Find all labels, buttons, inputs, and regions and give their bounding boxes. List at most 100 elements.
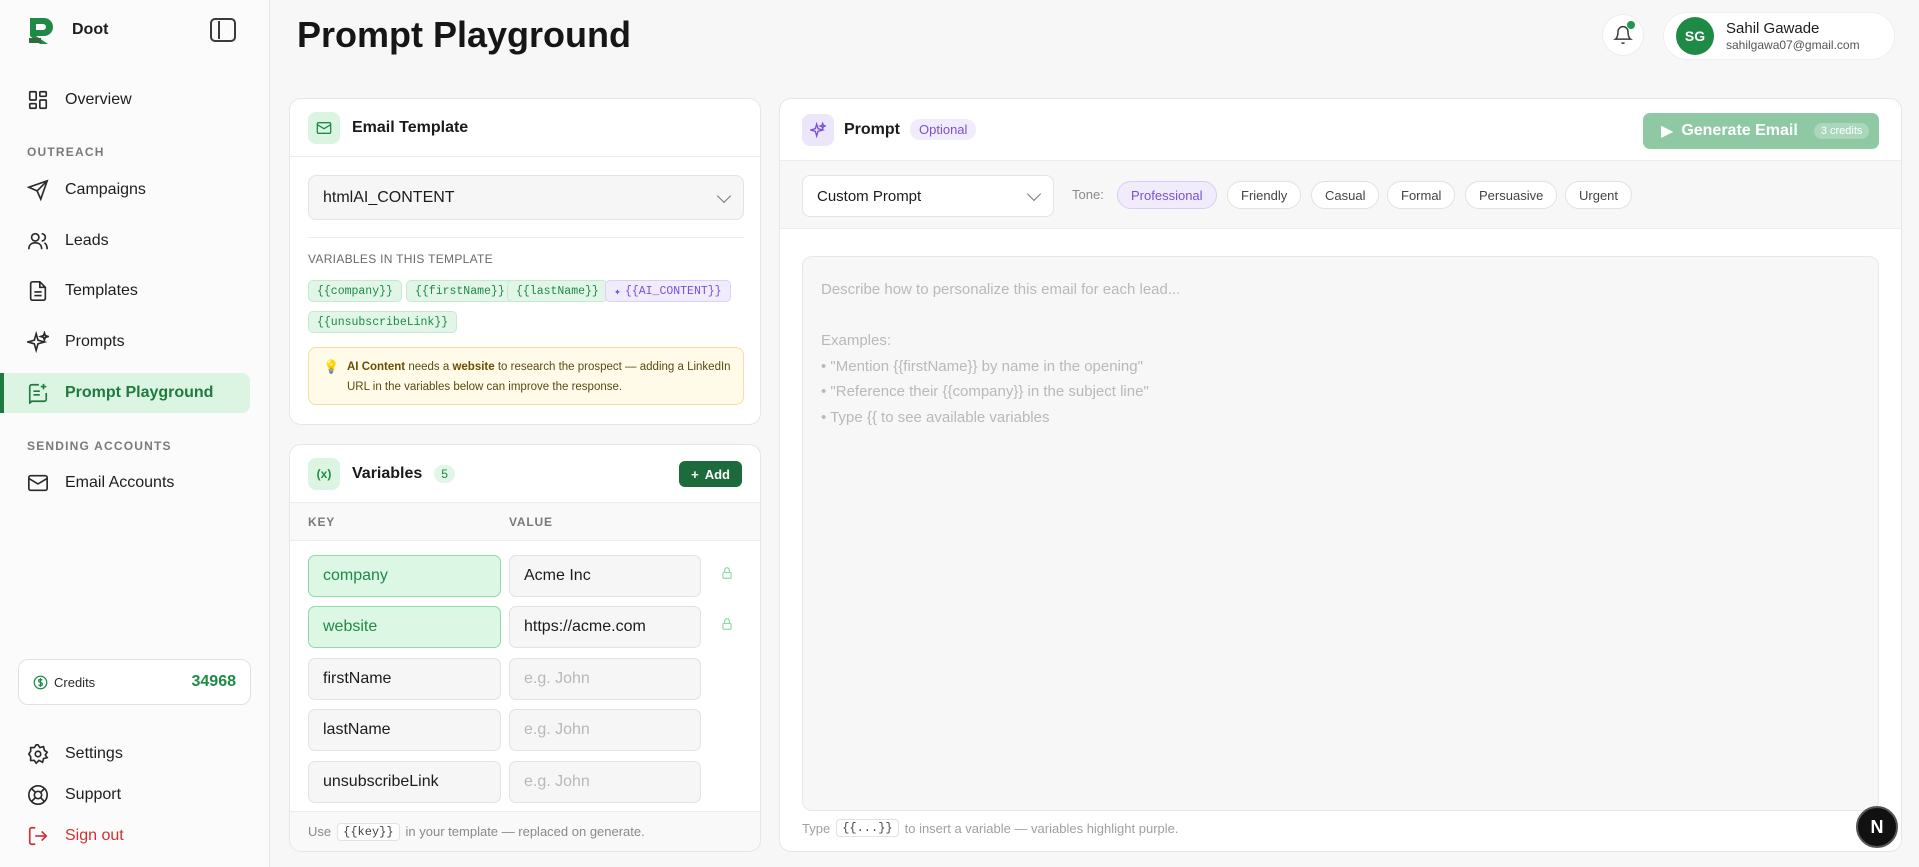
sidebar-toggle-icon[interactable] bbox=[210, 18, 236, 42]
sparkles-icon bbox=[802, 113, 834, 146]
sidebar-item-settings[interactable]: Settings bbox=[0, 734, 250, 774]
tone-casual[interactable]: Casual bbox=[1311, 181, 1380, 209]
column-key: KEY bbox=[308, 515, 336, 529]
section-label-outreach: OUTREACH bbox=[27, 145, 105, 159]
notification-dot bbox=[1627, 21, 1635, 29]
log-out-icon bbox=[28, 826, 48, 846]
email-template-title: Email Template bbox=[352, 118, 469, 136]
add-variable-button[interactable]: + Add bbox=[679, 461, 742, 487]
sparkles-icon bbox=[27, 331, 49, 353]
send-icon bbox=[27, 179, 49, 201]
divider bbox=[308, 237, 744, 238]
sidebar-item-overview[interactable]: Overview bbox=[0, 80, 250, 120]
sidebar-item-label: Overview bbox=[65, 91, 132, 108]
variable-value-input[interactable]: e.g. John bbox=[509, 658, 701, 700]
variable-key-input[interactable]: unsubscribeLink bbox=[308, 761, 501, 803]
variable-key-input[interactable]: company bbox=[308, 555, 501, 597]
variable-chip-ai-content[interactable]: ✦ {{AI_CONTENT}} bbox=[605, 280, 731, 302]
sidebar-item-campaigns[interactable]: Campaigns bbox=[0, 170, 250, 210]
page-title: Prompt Playground bbox=[297, 14, 632, 55]
variable-key-input[interactable]: website bbox=[308, 606, 501, 648]
credits-value: 34968 bbox=[191, 673, 237, 690]
note-strong-ai-content: AI Content bbox=[347, 361, 406, 373]
variable-chip-lastname[interactable]: {{lastName}} bbox=[507, 280, 608, 302]
message-plus-icon bbox=[28, 383, 48, 404]
file-icon bbox=[29, 281, 47, 301]
credits-box[interactable]: Credits 34968 bbox=[18, 659, 251, 705]
sidebar-item-leads[interactable]: Leads bbox=[0, 221, 250, 261]
variable-chip-company[interactable]: {{company}} bbox=[308, 280, 402, 302]
footer-code: {{...}} bbox=[836, 819, 899, 837]
mail-icon bbox=[28, 474, 48, 492]
prompt-toolbar: Custom Prompt Tone: Professional Friendl… bbox=[780, 161, 1901, 229]
note-strong-website: website bbox=[452, 361, 495, 373]
plus-icon: + bbox=[691, 466, 699, 482]
tone-professional[interactable]: Professional bbox=[1117, 181, 1217, 209]
prompt-card: Prompt Optional ▶ Generate Email 3 credi… bbox=[779, 98, 1902, 852]
prompt-title: Prompt bbox=[844, 120, 900, 138]
footer-text: Use bbox=[308, 824, 332, 839]
sidebar-item-support[interactable]: Support bbox=[0, 775, 250, 815]
variable-key-input[interactable]: firstName bbox=[308, 658, 501, 700]
sidebar-item-sign-out[interactable]: Sign out bbox=[0, 816, 250, 856]
variable-chip-label: {{AI_CONTENT}} bbox=[624, 284, 722, 298]
prompt-type-select[interactable]: Custom Prompt bbox=[802, 175, 1054, 217]
sidebar-item-templates[interactable]: Templates bbox=[0, 271, 250, 311]
footer-text: in your template — replaced on generate. bbox=[405, 824, 645, 839]
doot-logo-icon bbox=[29, 18, 53, 44]
user-menu[interactable]: SG Sahil Gawade sahilgawa07@gmail.com bbox=[1663, 12, 1895, 60]
chevron-down-icon bbox=[716, 188, 732, 203]
notifications-button[interactable] bbox=[1602, 14, 1644, 56]
tone-friendly[interactable]: Friendly bbox=[1227, 181, 1302, 209]
mail-icon bbox=[308, 111, 340, 144]
variable-key-input[interactable]: lastName bbox=[308, 709, 501, 751]
note-text: needs a bbox=[405, 361, 453, 373]
credits-label: Credits bbox=[54, 674, 96, 690]
sidebar-item-label: Leads bbox=[65, 232, 109, 249]
template-variables-label: VARIABLES IN THIS TEMPLATE bbox=[308, 252, 493, 266]
lifebuoy-icon bbox=[28, 785, 48, 805]
tone-urgent[interactable]: Urgent bbox=[1565, 181, 1633, 209]
sidebar-item-email-accounts[interactable]: Email Accounts bbox=[0, 463, 250, 503]
variables-card: (x) Variables 5 + Add KEY VALUE company … bbox=[289, 444, 761, 852]
sidebar-item-label: Prompts bbox=[65, 333, 125, 350]
tone-formal[interactable]: Formal bbox=[1387, 181, 1456, 209]
add-variable-label: Add bbox=[704, 466, 730, 482]
variable-value-input[interactable]: e.g. John bbox=[509, 761, 701, 803]
brand[interactable]: Doot bbox=[26, 14, 108, 46]
sidebar-item-label: Sign out bbox=[65, 827, 124, 844]
users-icon bbox=[28, 232, 48, 250]
sidebar-item-label: Support bbox=[65, 786, 122, 803]
sidebar-item-label: Settings bbox=[65, 745, 123, 762]
chevron-down-icon bbox=[1026, 186, 1042, 202]
email-template-card: Email Template htmlAI_CONTENT VARIABLES … bbox=[289, 98, 761, 425]
gear-icon bbox=[27, 744, 49, 765]
tone-label: Tone: bbox=[1072, 187, 1104, 202]
section-label-sending-accounts: SENDING ACCOUNTS bbox=[27, 439, 172, 453]
sidebar-item-label: Campaigns bbox=[65, 181, 146, 198]
variable-value-input[interactable]: https://acme.com bbox=[509, 606, 701, 648]
tone-persuasive[interactable]: Persuasive bbox=[1465, 181, 1558, 209]
variable-chip-firstname[interactable]: {{firstName}} bbox=[406, 280, 514, 302]
prompt-footer: Type {{...}} to insert a variable — vari… bbox=[802, 819, 1178, 837]
sidebar-item-label: Prompt Playground bbox=[65, 384, 214, 401]
variable-value-input[interactable]: Acme Inc bbox=[509, 555, 701, 597]
sidebar-item-prompt-playground[interactable]: Prompt Playground bbox=[0, 373, 250, 413]
app-name: Doot bbox=[72, 21, 109, 38]
sidebar-item-label: Email Accounts bbox=[65, 474, 175, 491]
template-select[interactable]: htmlAI_CONTENT bbox=[308, 175, 744, 220]
dollar-circle-icon bbox=[33, 675, 48, 689]
variable-value-input[interactable]: e.g. John bbox=[509, 709, 701, 751]
nextjs-dev-badge[interactable]: N bbox=[1856, 806, 1898, 848]
lock-icon bbox=[722, 567, 732, 579]
prompt-type-value: Custom Prompt bbox=[817, 187, 922, 205]
lock-icon bbox=[722, 618, 732, 630]
variables-count: 5 bbox=[434, 464, 455, 483]
play-icon: ▶ bbox=[1661, 123, 1674, 140]
sidebar-item-prompts[interactable]: Prompts bbox=[0, 322, 250, 362]
generate-email-button[interactable]: ▶ Generate Email 3 credits bbox=[1643, 113, 1879, 149]
prompt-textarea[interactable]: Describe how to personalize this email f… bbox=[802, 256, 1879, 811]
variable-chip-unsubscribelink[interactable]: {{unsubscribeLink}} bbox=[308, 311, 458, 333]
footer-code: {{key}} bbox=[337, 822, 400, 841]
user-email: sahilgawa07@gmail.com bbox=[1726, 38, 1860, 52]
